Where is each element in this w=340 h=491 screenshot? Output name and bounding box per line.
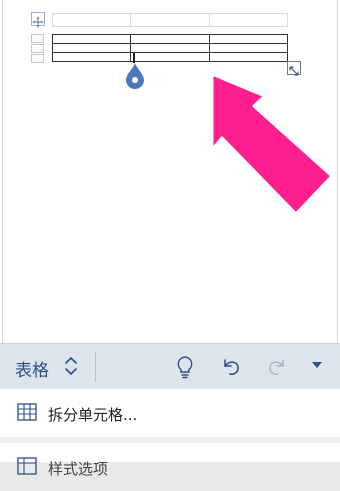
bottom-toolbar: 表格	[0, 343, 340, 389]
table-row	[51, 34, 289, 44]
table-row	[51, 43, 289, 53]
document-canvas[interactable]	[0, 0, 340, 343]
row-selector[interactable]	[31, 54, 44, 63]
style-options-menu-item[interactable]: 样式选项	[0, 443, 340, 491]
table-commands-menu: 拆分单元格... 样式选项	[0, 389, 340, 478]
table-cell[interactable]	[51, 34, 132, 44]
table-cell[interactable]	[130, 52, 210, 62]
selection-drag-handle[interactable]	[125, 62, 145, 90]
redo-icon[interactable]	[266, 354, 288, 378]
column-selector-bar[interactable]	[52, 13, 288, 27]
move-arrows-icon	[32, 16, 44, 28]
split-cells-label: 拆分单元格...	[48, 406, 138, 424]
table-cell[interactable]	[208, 52, 289, 62]
table-move-handle[interactable]	[31, 12, 45, 28]
table-cell[interactable]	[130, 43, 210, 53]
page-edge-left	[2, 0, 3, 343]
table-tab-label[interactable]: 表格	[15, 356, 49, 381]
chevron-up-down-icon[interactable]	[62, 354, 80, 378]
table-cell[interactable]	[51, 43, 132, 53]
document-table[interactable]	[51, 34, 289, 62]
table-style-icon	[17, 457, 37, 475]
pointer-arrow-annotation	[210, 72, 334, 216]
table-row	[51, 52, 289, 62]
table-cell[interactable]	[208, 34, 289, 44]
table-cell[interactable]	[130, 34, 210, 44]
row-selector[interactable]	[31, 34, 44, 43]
column-selector[interactable]	[210, 14, 287, 26]
split-cells-menu-item[interactable]: 拆分单元格...	[0, 389, 340, 437]
style-options-label: 样式选项	[48, 460, 109, 478]
table-cell[interactable]	[208, 43, 289, 53]
row-selector-bar[interactable]	[31, 34, 44, 63]
table-cell[interactable]	[51, 52, 132, 62]
page-edge-right	[337, 0, 338, 343]
toolbar-divider	[95, 352, 96, 382]
column-selector[interactable]	[131, 14, 210, 26]
split-cells-icon	[17, 403, 37, 421]
column-selector[interactable]	[53, 14, 132, 26]
undo-icon[interactable]	[220, 354, 242, 378]
caret-down-icon[interactable]	[310, 360, 324, 370]
lightbulb-icon[interactable]	[175, 354, 195, 380]
row-selector[interactable]	[31, 44, 44, 53]
